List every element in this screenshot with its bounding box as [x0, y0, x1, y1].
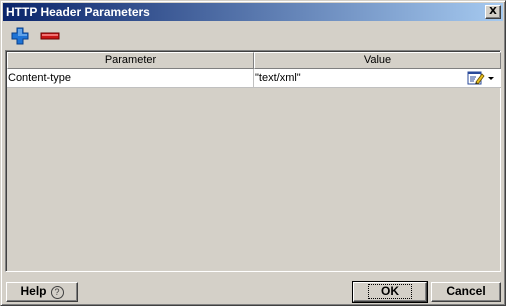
column-header-value[interactable]: Value — [254, 52, 501, 69]
table-row[interactable]: Content-type "text/xml" — [7, 69, 501, 88]
cancel-button[interactable]: Cancel — [431, 282, 501, 302]
column-header-parameter[interactable]: Parameter — [7, 52, 254, 69]
title-bar[interactable]: HTTP Header Parameters X — [3, 3, 503, 21]
plus-icon — [11, 27, 29, 45]
chevron-down-icon[interactable] — [488, 77, 494, 80]
add-parameter-button[interactable] — [9, 26, 31, 46]
parameter-cell[interactable]: Content-type — [7, 69, 254, 88]
window-title: HTTP Header Parameters — [6, 5, 150, 19]
edit-value-icon[interactable] — [467, 70, 485, 86]
cancel-label: Cancel — [446, 284, 486, 298]
value-text: "text/xml" — [255, 72, 301, 84]
close-icon: X — [489, 6, 497, 17]
help-label: Help — [20, 284, 47, 298]
minus-icon — [40, 32, 60, 40]
value-cell[interactable]: "text/xml" — [254, 69, 501, 88]
help-button[interactable]: Help? — [6, 282, 78, 302]
question-icon: ? — [50, 286, 64, 299]
remove-parameter-button[interactable] — [39, 26, 61, 46]
dialog-window: HTTP Header Parameters X Parameter Value… — [0, 0, 506, 306]
close-button[interactable]: X — [485, 5, 501, 19]
parameters-table: Parameter Value Content-type "text/xml" — [5, 50, 501, 272]
ok-label: OK — [368, 284, 412, 299]
ok-button[interactable]: OK — [352, 281, 428, 303]
